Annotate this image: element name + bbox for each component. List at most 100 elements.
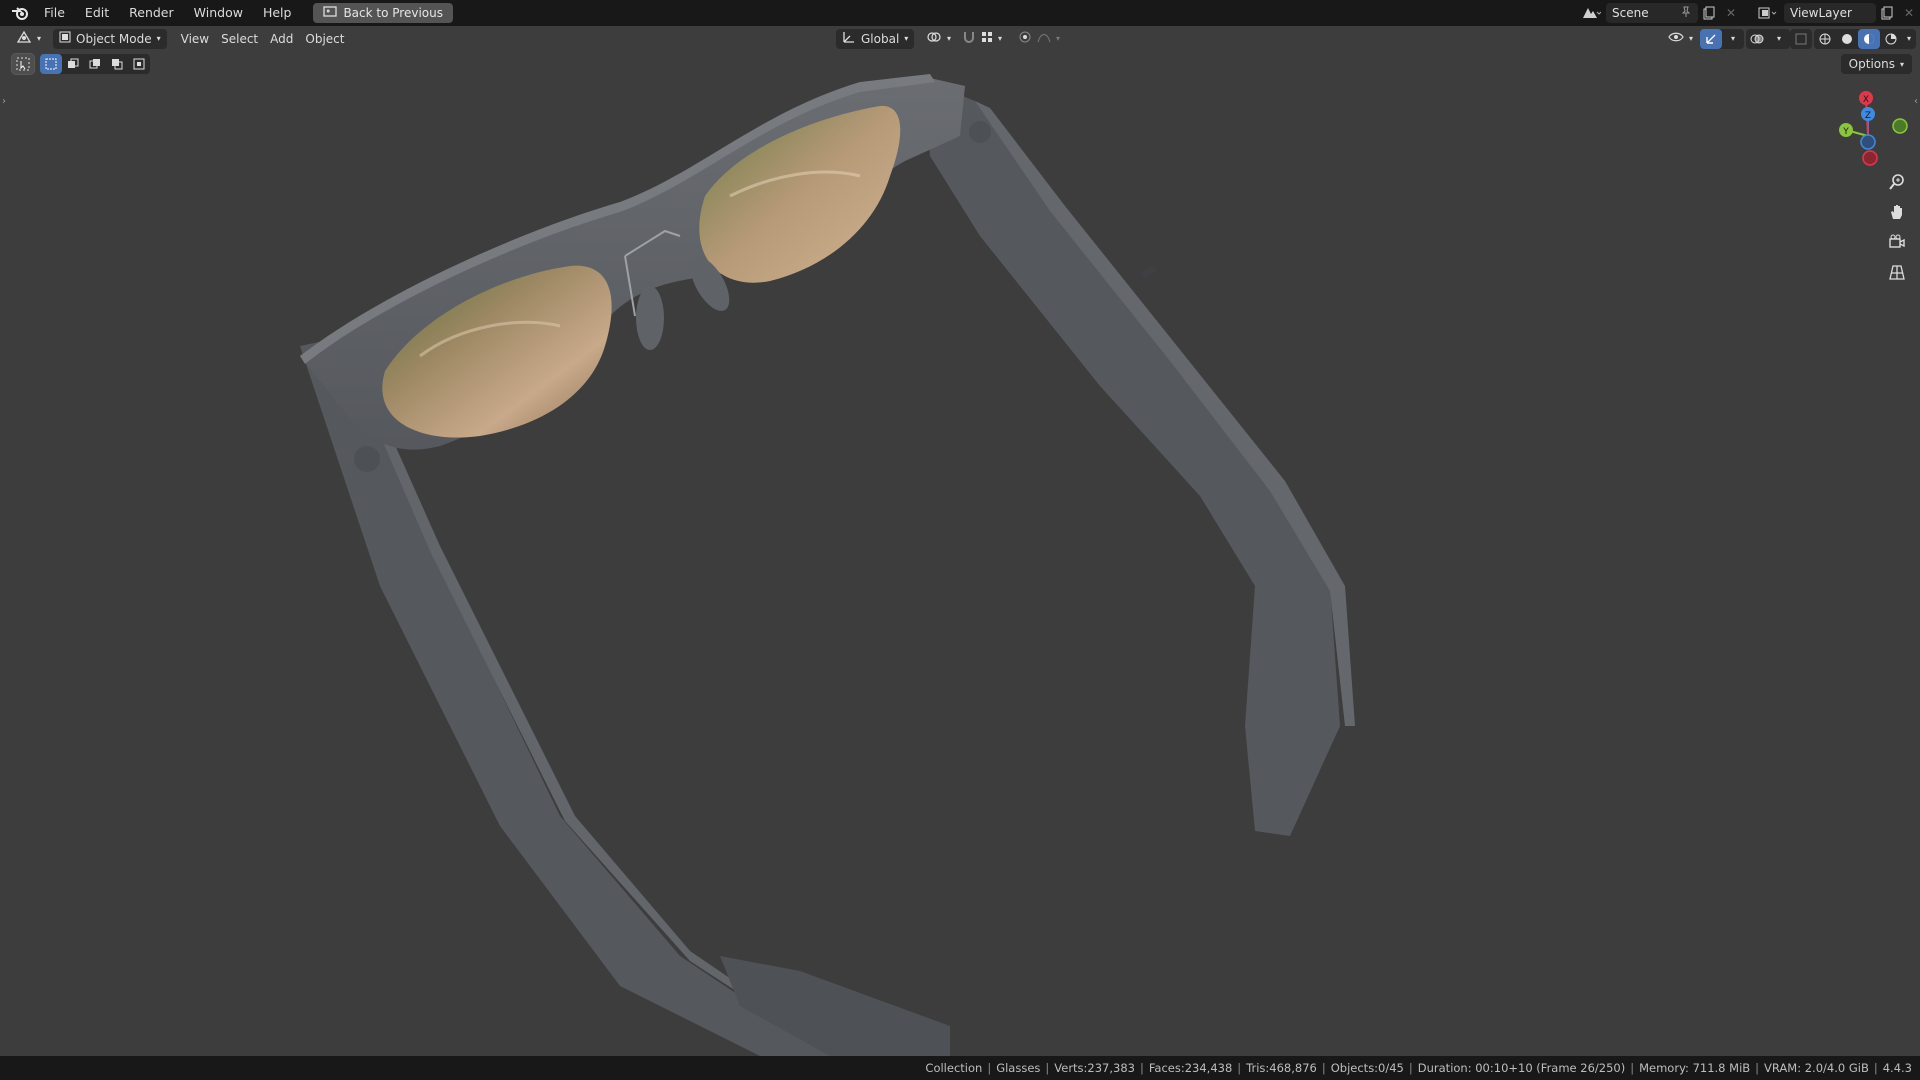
gizmo-y-label: Y [1842,127,1849,137]
delete-viewlayer-icon[interactable]: ✕ [1898,3,1920,23]
chevron-down-icon: ▾ [156,34,161,43]
menu-render[interactable]: Render [119,0,184,26]
top-bar: File Edit Render Window Help Back to Pre… [0,0,1920,26]
object-mode-label: Object Mode [76,31,152,46]
status-duration: Duration: 00:10+10 (Frame 26/250) [1417,1061,1626,1075]
orientation-axis-icon [842,30,856,47]
chevron-down-icon: ▾ [1056,34,1061,43]
chevron-down-icon[interactable]: ▾ [1722,29,1744,49]
overlays-icon[interactable] [1746,29,1768,49]
scene-name-field[interactable]: Scene [1606,3,1698,23]
menu-select[interactable]: Select [215,29,264,49]
gizmo-neg-z-axis[interactable] [1860,134,1876,150]
chevron-down-icon[interactable]: ▾ [1768,29,1790,49]
status-verts: Verts:237,383 [1054,1061,1135,1075]
camera-view-icon[interactable] [1883,228,1911,256]
select-cursor-tool[interactable] [11,53,35,75]
pin-icon[interactable] [1680,6,1692,21]
gizmo-x-label: X [1863,95,1869,105]
back-to-previous-button[interactable]: Back to Previous [313,3,453,23]
gizmo-z-label: Z [1865,111,1871,121]
glasses-model[interactable] [0,26,1920,1056]
perspective-grid-icon[interactable] [1883,258,1911,286]
chevron-down-icon: ▾ [1689,34,1694,43]
wireframe-shading-icon[interactable] [1814,29,1836,49]
overlays-toggle[interactable]: ▾ [1746,28,1790,49]
scene-name: Scene [1612,6,1649,20]
menu-window[interactable]: Window [184,0,253,26]
material-preview-shading-icon[interactable] [1858,28,1880,49]
menu-object[interactable]: Object [299,29,350,49]
selection-tool-row [11,53,150,75]
status-active-object: Glasses [996,1061,1041,1075]
snap-grid-icon [981,31,993,46]
select-new-icon[interactable] [40,54,62,74]
transform-orientation-dropdown[interactable]: Global ▾ [836,28,915,49]
status-objects: Objects:0/45 [1330,1061,1404,1075]
gizmo-icon[interactable] [1700,28,1722,49]
select-intersect-icon[interactable] [128,54,150,74]
magnet-icon [962,30,976,47]
object-mode-icon [59,31,71,46]
proportional-editing-toggle[interactable]: ▾ [1012,29,1066,49]
menu-file[interactable]: File [34,0,75,26]
editor-type-icon [16,30,32,47]
falloff-curve-icon [1037,31,1051,46]
chevron-down-icon: ▾ [904,34,909,43]
sidebar-expand-icon[interactable]: ‹ [1914,96,1918,107]
editor-type-button[interactable]: ▾ [10,29,47,49]
menu-edit[interactable]: Edit [75,0,119,26]
chevron-down-icon: ▾ [37,34,42,43]
menu-help[interactable]: Help [253,0,302,26]
solid-shading-icon[interactable] [1836,29,1858,49]
chevron-down-icon: ▾ [1899,59,1904,69]
transform-orientation-label: Global [861,31,900,46]
status-bar: Collection | Glasses | Verts:237,383 | Face… [0,1056,1920,1080]
toolbar-expand-icon[interactable]: › [2,96,6,107]
chevron-down-icon: ▾ [998,34,1003,43]
xray-icon[interactable] [1790,29,1812,49]
new-viewlayer-icon[interactable] [1876,3,1898,23]
select-invert-icon[interactable] [106,54,128,74]
viewport-header: ▾ Object Mode ▾ View Select Add Object G… [0,26,1920,51]
eye-icon [1668,31,1684,46]
gizmo-neg-y-axis[interactable] [1892,118,1908,134]
status-vram: VRAM: 2.0/4.0 GiB [1764,1061,1869,1075]
menu-add[interactable]: Add [264,29,299,49]
snap-toggle[interactable]: ▾ [956,29,1008,49]
gizmo-neg-x-axis[interactable] [1862,150,1878,166]
menu-view[interactable]: View [175,29,215,49]
select-extend-icon[interactable] [62,54,84,74]
viewlayer-selector-icon[interactable] [1752,3,1784,23]
status-memory: Memory: 711.8 MiB [1639,1061,1751,1075]
top-right-controls: Scene ✕ ViewLayer ✕ [1576,0,1920,26]
delete-scene-icon[interactable]: ✕ [1720,3,1742,23]
chevron-down-icon[interactable]: ▾ [1902,29,1916,49]
scene-selector-icon[interactable] [1576,3,1606,23]
new-scene-icon[interactable] [1698,3,1720,23]
object-mode-dropdown[interactable]: Object Mode ▾ [53,28,167,49]
pivot-icon [926,30,942,47]
rendered-shading-icon[interactable] [1880,29,1902,49]
status-faces: Faces:234,438 [1148,1061,1233,1075]
blender-logo-icon[interactable] [10,3,30,23]
zoom-magnifier-icon[interactable] [1883,168,1911,196]
back-to-previous-label: Back to Previous [343,6,443,20]
status-tris: Tris:468,876 [1246,1061,1317,1075]
gizmo-toggle[interactable]: ▾ [1700,28,1744,49]
xray-toggle[interactable] [1790,28,1812,49]
status-version: 4.4.3 [1882,1061,1912,1075]
shading-mode-group: ▾ [1814,28,1916,49]
status-collection: Collection [925,1061,983,1075]
proportional-edit-icon [1018,30,1032,47]
3d-viewport[interactable]: ▾ Object Mode ▾ View Select Add Object G… [0,26,1920,1056]
select-subtract-icon[interactable] [84,54,106,74]
viewlayer-name: ViewLayer [1790,6,1852,20]
chevron-down-icon: ▾ [947,34,952,43]
pivot-point-dropdown[interactable]: ▾ [920,29,957,49]
viewlayer-name-field[interactable]: ViewLayer [1784,3,1876,23]
pan-hand-icon[interactable] [1883,198,1911,226]
options-label: Options [1848,57,1895,71]
visibility-dropdown[interactable]: ▾ [1662,29,1699,49]
options-dropdown[interactable]: Options ▾ [1840,54,1912,74]
